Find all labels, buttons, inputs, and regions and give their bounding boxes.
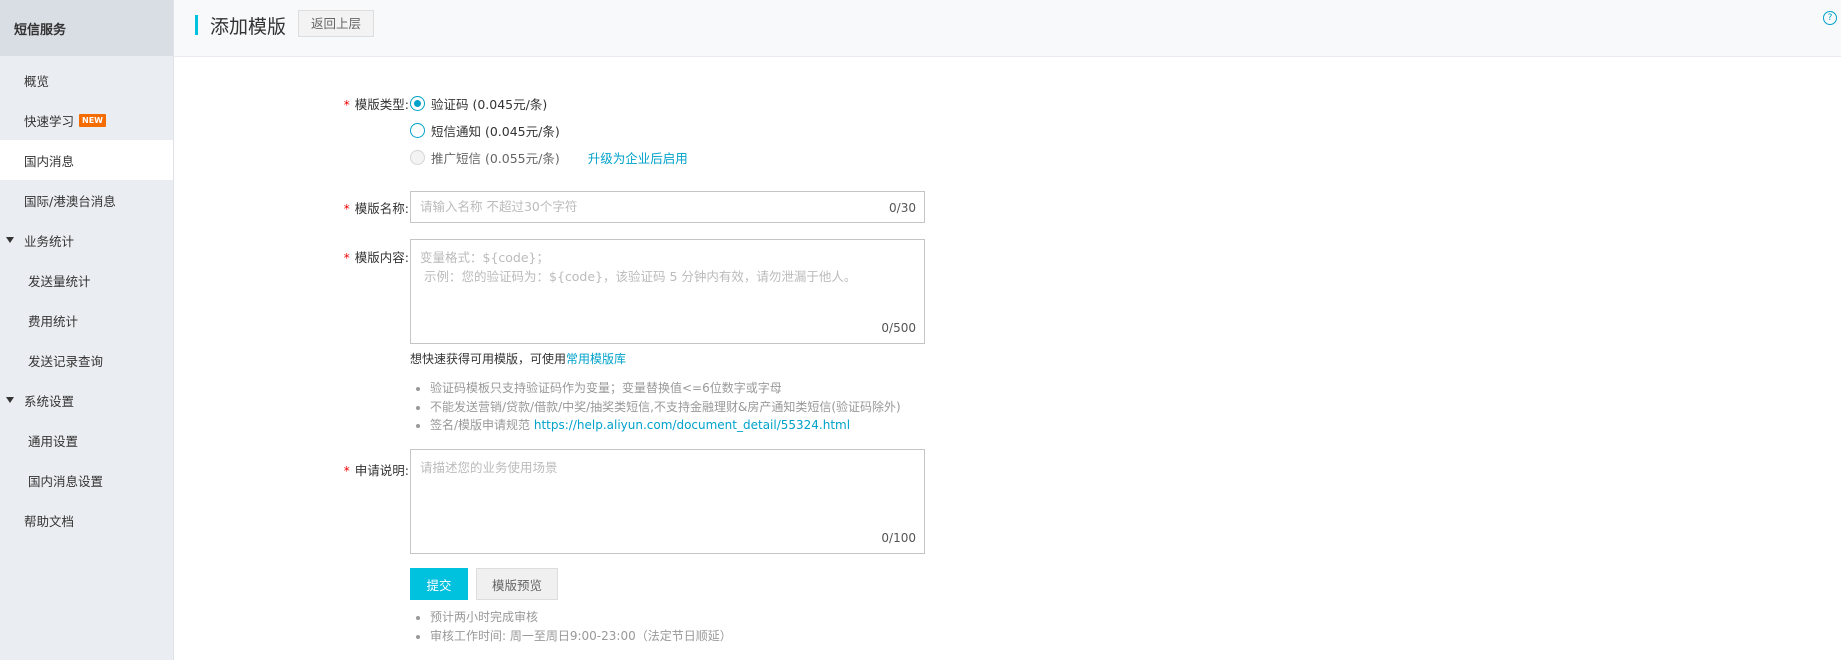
template-content-label-text: 模版内容: <box>354 250 409 265</box>
template-name-input[interactable] <box>411 192 924 221</box>
nav-send-volume-stats-label: 发送量统计 <box>28 273 91 289</box>
nav-quick-learn[interactable]: 快速学习 NEW <box>0 100 173 140</box>
nav-send-volume-stats[interactable]: 发送量统计 <box>0 260 173 300</box>
spec-doc-link[interactable]: https://help.aliyun.com/document_detail/… <box>534 418 850 432</box>
page-header: 添加模版 返回上层 ? <box>174 0 1841 57</box>
nav-international-messages[interactable]: 国际/港澳台消息 <box>0 180 173 220</box>
nav-domestic-message-settings-label: 国内消息设置 <box>28 473 104 489</box>
template-content-counter: 0/500 <box>881 321 916 335</box>
radio-option-notification[interactable]: 短信通知 (0.045元/条) <box>410 121 560 140</box>
template-library-hint: 想快速获得可用模版，可使用常用模版库 <box>410 350 626 367</box>
submit-button[interactable]: 提交 <box>410 568 468 600</box>
radio-disabled-icon <box>410 150 425 165</box>
template-type-label-text: 模版类型: <box>354 97 409 112</box>
nav-group-statistics[interactable]: 业务统计 <box>0 220 173 260</box>
required-mark: * <box>343 202 350 216</box>
radio-option-label: 验证码 (0.045元/条) <box>431 97 548 112</box>
template-name-field: 0/30 <box>410 191 925 223</box>
new-badge: NEW <box>79 113 106 127</box>
nav-domestic-messages-label: 国内消息 <box>24 153 75 169</box>
description-counter: 0/100 <box>881 531 916 545</box>
nav-quick-learn-label: 快速学习 <box>24 113 75 129</box>
nav-general-settings[interactable]: 通用设置 <box>0 420 173 460</box>
nav-domestic-messages[interactable]: 国内消息 <box>0 140 173 180</box>
nav-group-settings[interactable]: 系统设置 <box>0 380 173 420</box>
nav-send-record-query[interactable]: 发送记录查询 <box>0 340 173 380</box>
description-label: * 申请说明: <box>209 460 409 479</box>
sidebar-title: 短信服务 <box>0 0 173 56</box>
nav-send-record-query-label: 发送记录查询 <box>28 353 104 369</box>
required-mark: * <box>343 98 350 112</box>
back-button[interactable]: 返回上层 <box>298 10 375 37</box>
radio-option-promotion: 推广短信 (0.055元/条) 升级为企业后启用 <box>410 148 688 167</box>
list-item: 审核工作时间: 周一至周日9:00-23:00（法定节日顺延） <box>430 627 732 646</box>
list-item: 签名/模版申请规范 https://help.aliyun.com/docume… <box>430 416 901 435</box>
required-mark: * <box>343 251 350 265</box>
template-type-label: * 模版类型: <box>209 94 409 113</box>
template-content-field: 0/500 <box>410 239 925 344</box>
nav-general-settings-label: 通用设置 <box>28 433 79 449</box>
caret-down-icon <box>6 237 14 243</box>
template-content-label: * 模版内容: <box>209 247 409 266</box>
nav-group-settings-label: 系统设置 <box>24 393 75 409</box>
sidebar: 短信服务 概览 快速学习 NEW 国内消息 国际/港澳台消息 业务统计 发送量统… <box>0 0 174 660</box>
template-preview-button[interactable]: 模版预览 <box>476 568 558 600</box>
page-title: 添加模版 <box>210 16 287 38</box>
upgrade-enterprise-link[interactable]: 升级为企业后启用 <box>588 148 688 167</box>
nav-cost-stats[interactable]: 费用统计 <box>0 300 173 340</box>
radio-option-verification-code[interactable]: 验证码 (0.045元/条) <box>410 94 547 113</box>
template-library-link[interactable]: 常用模版库 <box>566 352 626 366</box>
caret-down-icon <box>6 397 14 403</box>
list-item: 预计两小时完成审核 <box>430 608 732 627</box>
title-accent-bar <box>195 15 198 35</box>
radio-unchecked-icon[interactable] <box>410 123 425 138</box>
radio-checked-icon[interactable] <box>410 96 425 111</box>
help-icon[interactable]: ? <box>1823 11 1837 25</box>
nav-help-docs-label: 帮助文档 <box>24 513 75 529</box>
content-rules-list: 验证码模板只支持验证码作为变量；变量替换值<=6位数字或字母 不能发送营销/贷款… <box>430 379 901 435</box>
nav-overview[interactable]: 概览 <box>0 60 173 100</box>
nav-international-messages-label: 国际/港澳台消息 <box>24 193 116 209</box>
description-label-text: 申请说明: <box>354 463 409 478</box>
nav-group-statistics-label: 业务统计 <box>24 233 75 249</box>
template-name-label-text: 模版名称: <box>354 201 409 216</box>
nav-help-docs[interactable]: 帮助文档 <box>0 500 173 540</box>
description-textarea[interactable] <box>411 450 924 530</box>
template-library-hint-text: 想快速获得可用模版，可使用 <box>410 352 567 366</box>
template-name-label: * 模版名称: <box>209 198 409 217</box>
radio-option-label: 推广短信 (0.055元/条) <box>431 151 560 166</box>
template-name-counter: 0/30 <box>889 201 916 215</box>
review-notes-list: 预计两小时完成审核 审核工作时间: 周一至周日9:00-23:00（法定节日顺延… <box>430 608 732 645</box>
list-item: 不能发送营销/贷款/借款/中奖/抽奖类短信,不支持金融理财&房产通知类短信(验证… <box>430 398 901 417</box>
nav-overview-label: 概览 <box>24 73 50 89</box>
template-content-textarea[interactable] <box>411 240 924 320</box>
description-field: 0/100 <box>410 449 925 554</box>
nav-domestic-message-settings[interactable]: 国内消息设置 <box>0 460 173 500</box>
nav-cost-stats-label: 费用统计 <box>28 313 79 329</box>
template-form: * 模版类型: 验证码 (0.045元/条) 短信通知 (0.045元/条) 推广… <box>174 57 1841 660</box>
radio-option-label: 短信通知 (0.045元/条) <box>431 124 560 139</box>
required-mark: * <box>343 464 350 478</box>
list-item: 验证码模板只支持验证码作为变量；变量替换值<=6位数字或字母 <box>430 379 901 398</box>
rule-link-prefix: 签名/模版申请规范 <box>430 418 534 432</box>
